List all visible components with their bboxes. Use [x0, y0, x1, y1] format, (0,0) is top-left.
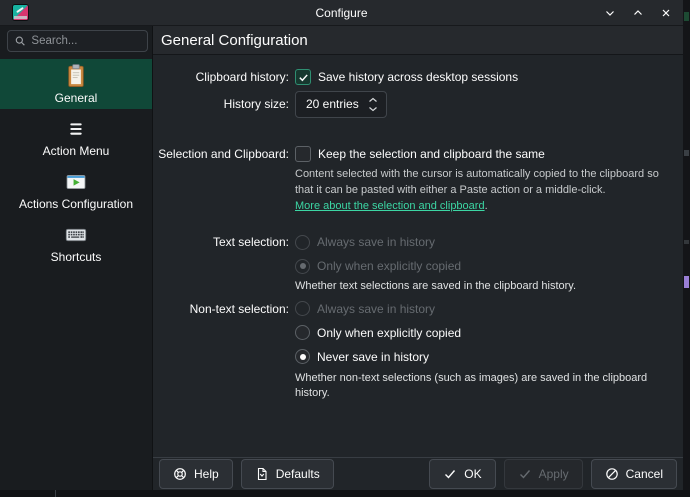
ok-button[interactable]: OK — [429, 459, 495, 489]
chevron-down-icon — [368, 106, 378, 112]
text-always-save-radio — [295, 235, 310, 250]
ok-button-label: OK — [464, 467, 481, 481]
nontext-never-save-radio-label[interactable]: Never save in history — [317, 350, 429, 364]
text-selection-label: Text selection: — [153, 235, 289, 249]
help-button-label: Help — [194, 467, 219, 481]
history-size-spinbox[interactable]: 20 entries — [295, 91, 387, 118]
close-icon — [660, 7, 672, 19]
maximize-window-button[interactable] — [631, 6, 645, 20]
checkmark-icon — [518, 467, 532, 481]
window-title: Configure — [0, 6, 683, 20]
apply-button: Apply — [504, 459, 583, 489]
clipboard-history-label: Clipboard history: — [153, 70, 289, 84]
selection-clipboard-description: Content selected with the cursor is auto… — [295, 166, 683, 214]
save-history-checkbox[interactable] — [295, 69, 311, 85]
sidebar-item-action-menu[interactable]: Action Menu — [0, 112, 152, 162]
text-only-explicit-radio-label: Only when explicitly copied — [317, 259, 461, 273]
selection-clipboard-label: Selection and Clipboard: — [153, 147, 289, 161]
sidebar-item-label: General — [55, 91, 98, 105]
apply-button-label: Apply — [539, 467, 569, 481]
checkmark-icon — [298, 72, 309, 83]
search-box[interactable] — [7, 30, 148, 52]
window-controls — [603, 0, 673, 26]
nontext-always-save-radio — [295, 301, 310, 316]
chevron-up-icon — [368, 97, 378, 103]
dialog-footer: Help Defaults — [153, 457, 683, 490]
search-input[interactable] — [31, 35, 140, 47]
main-panel: General Configuration Clipboard history:… — [153, 26, 683, 490]
sidebar-item-general[interactable]: General — [0, 59, 152, 109]
clipboard-icon — [60, 63, 92, 89]
titlebar[interactable]: Configure — [0, 0, 683, 26]
sidebar-item-label: Action Menu — [43, 144, 110, 158]
nontext-never-save-radio[interactable] — [295, 349, 310, 364]
close-window-button[interactable] — [659, 6, 673, 20]
link-suffix: . — [485, 200, 488, 212]
window-play-icon — [60, 169, 92, 195]
defaults-button[interactable]: Defaults — [241, 459, 334, 489]
search-icon — [15, 35, 25, 47]
text-only-explicit-radio — [295, 259, 310, 274]
nontext-only-explicit-radio-label[interactable]: Only when explicitly copied — [317, 326, 461, 340]
text-selection-caption: Whether text selections are saved in the… — [295, 279, 683, 295]
description-line: that it can be pasted with either a Past… — [295, 182, 683, 198]
help-icon — [173, 467, 187, 481]
sidebar-item-label: Shortcuts — [51, 250, 102, 264]
nontext-only-explicit-radio[interactable] — [295, 325, 310, 340]
shade-window-button[interactable] — [603, 6, 617, 20]
page-header: General Configuration — [153, 26, 683, 55]
spinbox-increment-button[interactable] — [368, 97, 378, 103]
sidebar-item-shortcuts[interactable]: Shortcuts — [0, 218, 152, 268]
document-revert-icon — [255, 467, 269, 481]
spinbox-decrement-button[interactable] — [368, 106, 378, 112]
bottom-desktop-strip — [0, 490, 690, 497]
background-sliver — [683, 0, 690, 497]
chevron-down-icon — [604, 7, 616, 19]
sidebar-item-actions-configuration[interactable]: Actions Configuration — [0, 165, 152, 215]
sidebar-nav: General Action Menu — [0, 59, 152, 271]
keyboard-icon — [60, 222, 92, 248]
text-always-save-radio-label: Always save in history — [317, 235, 435, 249]
non-text-selection-label: Non-text selection: — [153, 302, 289, 316]
save-history-checkbox-label[interactable]: Save history across desktop sessions — [318, 70, 518, 84]
page-title: General Configuration — [161, 32, 308, 49]
keep-selection-checkbox[interactable] — [295, 146, 311, 162]
configure-dialog: Configure — [0, 0, 683, 490]
description-line: Content selected with the cursor is auto… — [295, 166, 683, 182]
chevron-up-icon — [632, 7, 644, 19]
nontext-always-save-radio-label: Always save in history — [317, 302, 435, 316]
cancel-button-label: Cancel — [626, 467, 663, 481]
cancel-button[interactable]: Cancel — [591, 459, 677, 489]
selection-clipboard-link[interactable]: More about the selection and clipboard — [295, 200, 485, 212]
sidebar: General Action Menu — [0, 26, 153, 490]
sidebar-item-label: Actions Configuration — [19, 197, 133, 211]
screen: Configure — [0, 0, 690, 497]
non-text-selection-caption: Whether non-text selections (such as ima… — [295, 371, 683, 402]
defaults-button-label: Defaults — [276, 467, 320, 481]
help-button[interactable]: Help — [159, 459, 233, 489]
keep-selection-checkbox-label[interactable]: Keep the selection and clipboard the sam… — [318, 147, 545, 161]
checkmark-icon — [443, 467, 457, 481]
history-size-value[interactable]: 20 entries — [296, 97, 368, 111]
settings-form: Clipboard history: Save history across d… — [153, 55, 683, 457]
cancel-icon — [605, 467, 619, 481]
history-size-label: History size: — [153, 97, 289, 111]
hamburger-menu-icon — [60, 116, 92, 142]
